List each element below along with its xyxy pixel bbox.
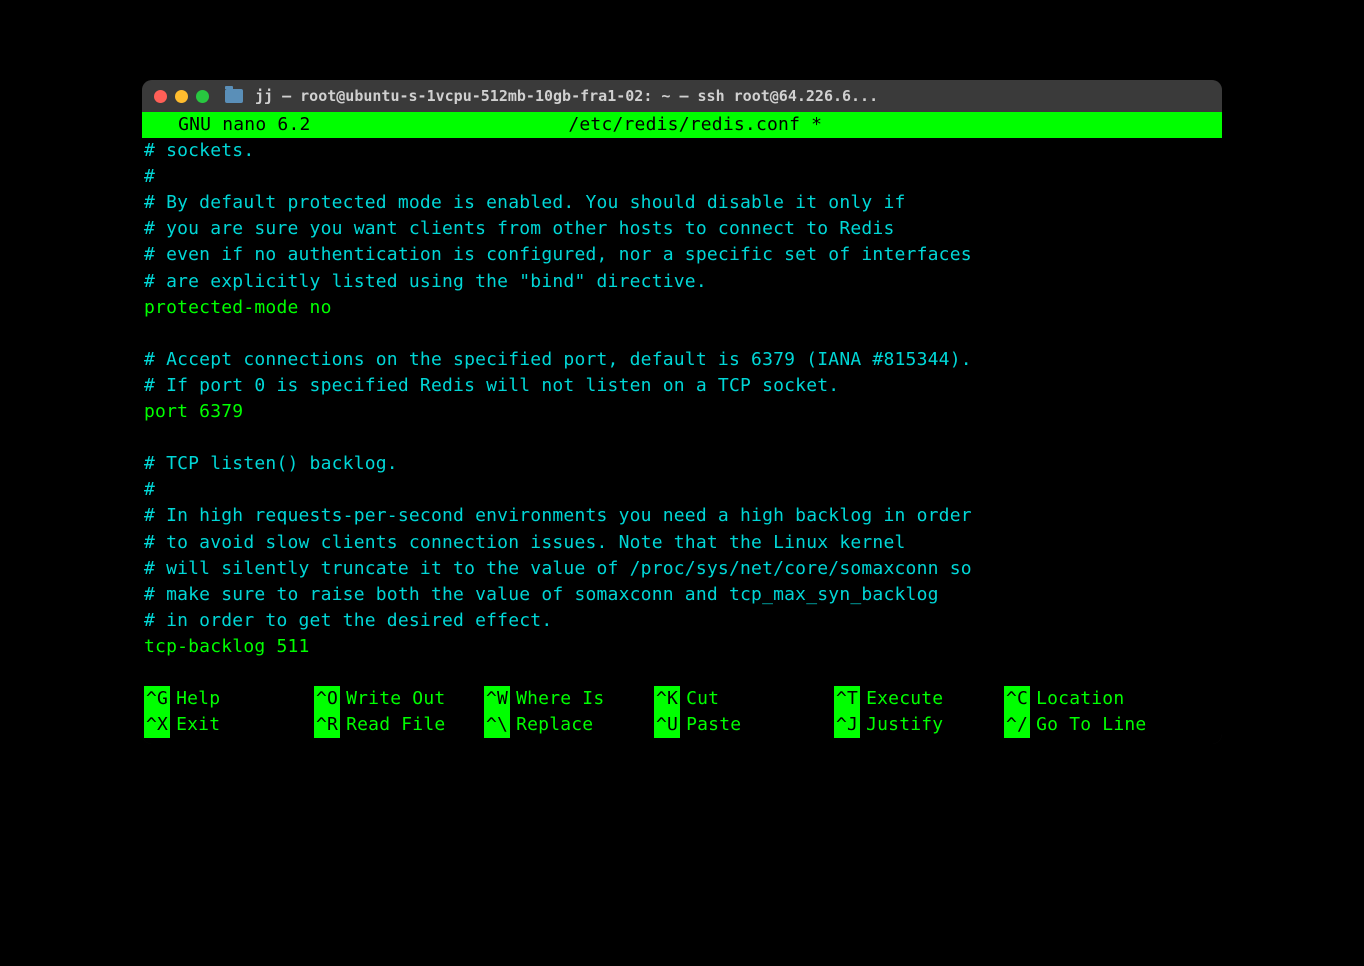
shortcut-label: Go To Line bbox=[1036, 712, 1146, 738]
editor-line[interactable]: # even if no authentication is configure… bbox=[144, 242, 1220, 268]
shortcut-key: ^C bbox=[1004, 686, 1030, 712]
shortcut-key: ^J bbox=[834, 712, 860, 738]
shortcut-item: ^CLocation bbox=[1004, 686, 1184, 712]
shortcut-key: ^R bbox=[314, 712, 340, 738]
editor-line[interactable]: # bbox=[144, 477, 1220, 503]
shortcut-label: Location bbox=[1036, 686, 1124, 712]
shortcut-key: ^K bbox=[654, 686, 680, 712]
shortcut-label: Cut bbox=[686, 686, 719, 712]
shortcut-label: Execute bbox=[866, 686, 943, 712]
editor-line[interactable]: # you are sure you want clients from oth… bbox=[144, 216, 1220, 242]
editor-line[interactable] bbox=[144, 425, 1220, 451]
shortcut-item: ^JJustify bbox=[834, 712, 1004, 738]
editor-line[interactable]: # Accept connections on the specified po… bbox=[144, 347, 1220, 373]
editor-file-path: /etc/redis/redis.conf * bbox=[311, 112, 1220, 138]
terminal-content[interactable]: GNU nano 6.2 /etc/redis/redis.conf * # s… bbox=[142, 112, 1222, 744]
shortcut-item: ^\Replace bbox=[484, 712, 654, 738]
maximize-button[interactable] bbox=[196, 90, 209, 103]
shortcut-label: Write Out bbox=[346, 686, 445, 712]
nano-shortcuts: ^GHelp^OWrite Out^WWhere Is^KCut^TExecut… bbox=[142, 686, 1222, 744]
shortcut-key: ^X bbox=[144, 712, 170, 738]
editor-line[interactable]: # are explicitly listed using the "bind"… bbox=[144, 269, 1220, 295]
shortcut-key: ^O bbox=[314, 686, 340, 712]
shortcut-item: ^XExit bbox=[144, 712, 314, 738]
shortcut-key: ^T bbox=[834, 686, 860, 712]
shortcut-key: ^\ bbox=[484, 712, 510, 738]
editor-content[interactable]: # sockets.## By default protected mode i… bbox=[142, 138, 1222, 660]
traffic-lights bbox=[154, 90, 209, 103]
shortcut-label: Paste bbox=[686, 712, 741, 738]
shortcut-label: Justify bbox=[866, 712, 943, 738]
window-title: jj — root@ubuntu-s-1vcpu-512mb-10gb-fra1… bbox=[255, 87, 1210, 105]
terminal-window: jj — root@ubuntu-s-1vcpu-512mb-10gb-fra1… bbox=[142, 80, 1222, 744]
window-titlebar[interactable]: jj — root@ubuntu-s-1vcpu-512mb-10gb-fra1… bbox=[142, 80, 1222, 112]
shortcut-row-2: ^XExit^RRead File^\Replace^UPaste^JJusti… bbox=[144, 712, 1220, 738]
shortcut-label: Where Is bbox=[516, 686, 604, 712]
shortcut-row-1: ^GHelp^OWrite Out^WWhere Is^KCut^TExecut… bbox=[144, 686, 1220, 712]
editor-line[interactable]: # In high requests-per-second environmen… bbox=[144, 503, 1220, 529]
editor-line[interactable]: # to avoid slow clients connection issue… bbox=[144, 530, 1220, 556]
editor-line[interactable]: # TCP listen() backlog. bbox=[144, 451, 1220, 477]
shortcut-label: Read File bbox=[346, 712, 445, 738]
shortcut-item: ^UPaste bbox=[654, 712, 834, 738]
editor-line[interactable]: port 6379 bbox=[144, 399, 1220, 425]
shortcut-label: Exit bbox=[176, 712, 220, 738]
shortcut-key: ^/ bbox=[1004, 712, 1030, 738]
shortcut-item: ^RRead File bbox=[314, 712, 484, 738]
nano-header: GNU nano 6.2 /etc/redis/redis.conf * bbox=[142, 112, 1222, 138]
shortcut-key: ^U bbox=[654, 712, 680, 738]
folder-icon bbox=[225, 89, 243, 103]
shortcut-item: ^/Go To Line bbox=[1004, 712, 1184, 738]
shortcut-item: ^WWhere Is bbox=[484, 686, 654, 712]
shortcut-item: ^TExecute bbox=[834, 686, 1004, 712]
editor-line[interactable]: # sockets. bbox=[144, 138, 1220, 164]
shortcut-item: ^KCut bbox=[654, 686, 834, 712]
shortcut-key: ^G bbox=[144, 686, 170, 712]
shortcut-label: Help bbox=[176, 686, 220, 712]
editor-line[interactable]: # If port 0 is specified Redis will not … bbox=[144, 373, 1220, 399]
editor-line[interactable]: # make sure to raise both the value of s… bbox=[144, 582, 1220, 608]
minimize-button[interactable] bbox=[175, 90, 188, 103]
editor-line[interactable]: # in order to get the desired effect. bbox=[144, 608, 1220, 634]
shortcut-item: ^GHelp bbox=[144, 686, 314, 712]
shortcut-label: Replace bbox=[516, 712, 593, 738]
editor-line[interactable] bbox=[144, 321, 1220, 347]
editor-app-name: GNU nano 6.2 bbox=[144, 112, 311, 138]
shortcut-key: ^W bbox=[484, 686, 510, 712]
editor-line[interactable]: # bbox=[144, 164, 1220, 190]
editor-line[interactable]: # By default protected mode is enabled. … bbox=[144, 190, 1220, 216]
shortcut-item: ^OWrite Out bbox=[314, 686, 484, 712]
editor-line[interactable]: # will silently truncate it to the value… bbox=[144, 556, 1220, 582]
editor-line[interactable]: protected-mode no bbox=[144, 295, 1220, 321]
close-button[interactable] bbox=[154, 90, 167, 103]
editor-line[interactable]: tcp-backlog 511 bbox=[144, 634, 1220, 660]
